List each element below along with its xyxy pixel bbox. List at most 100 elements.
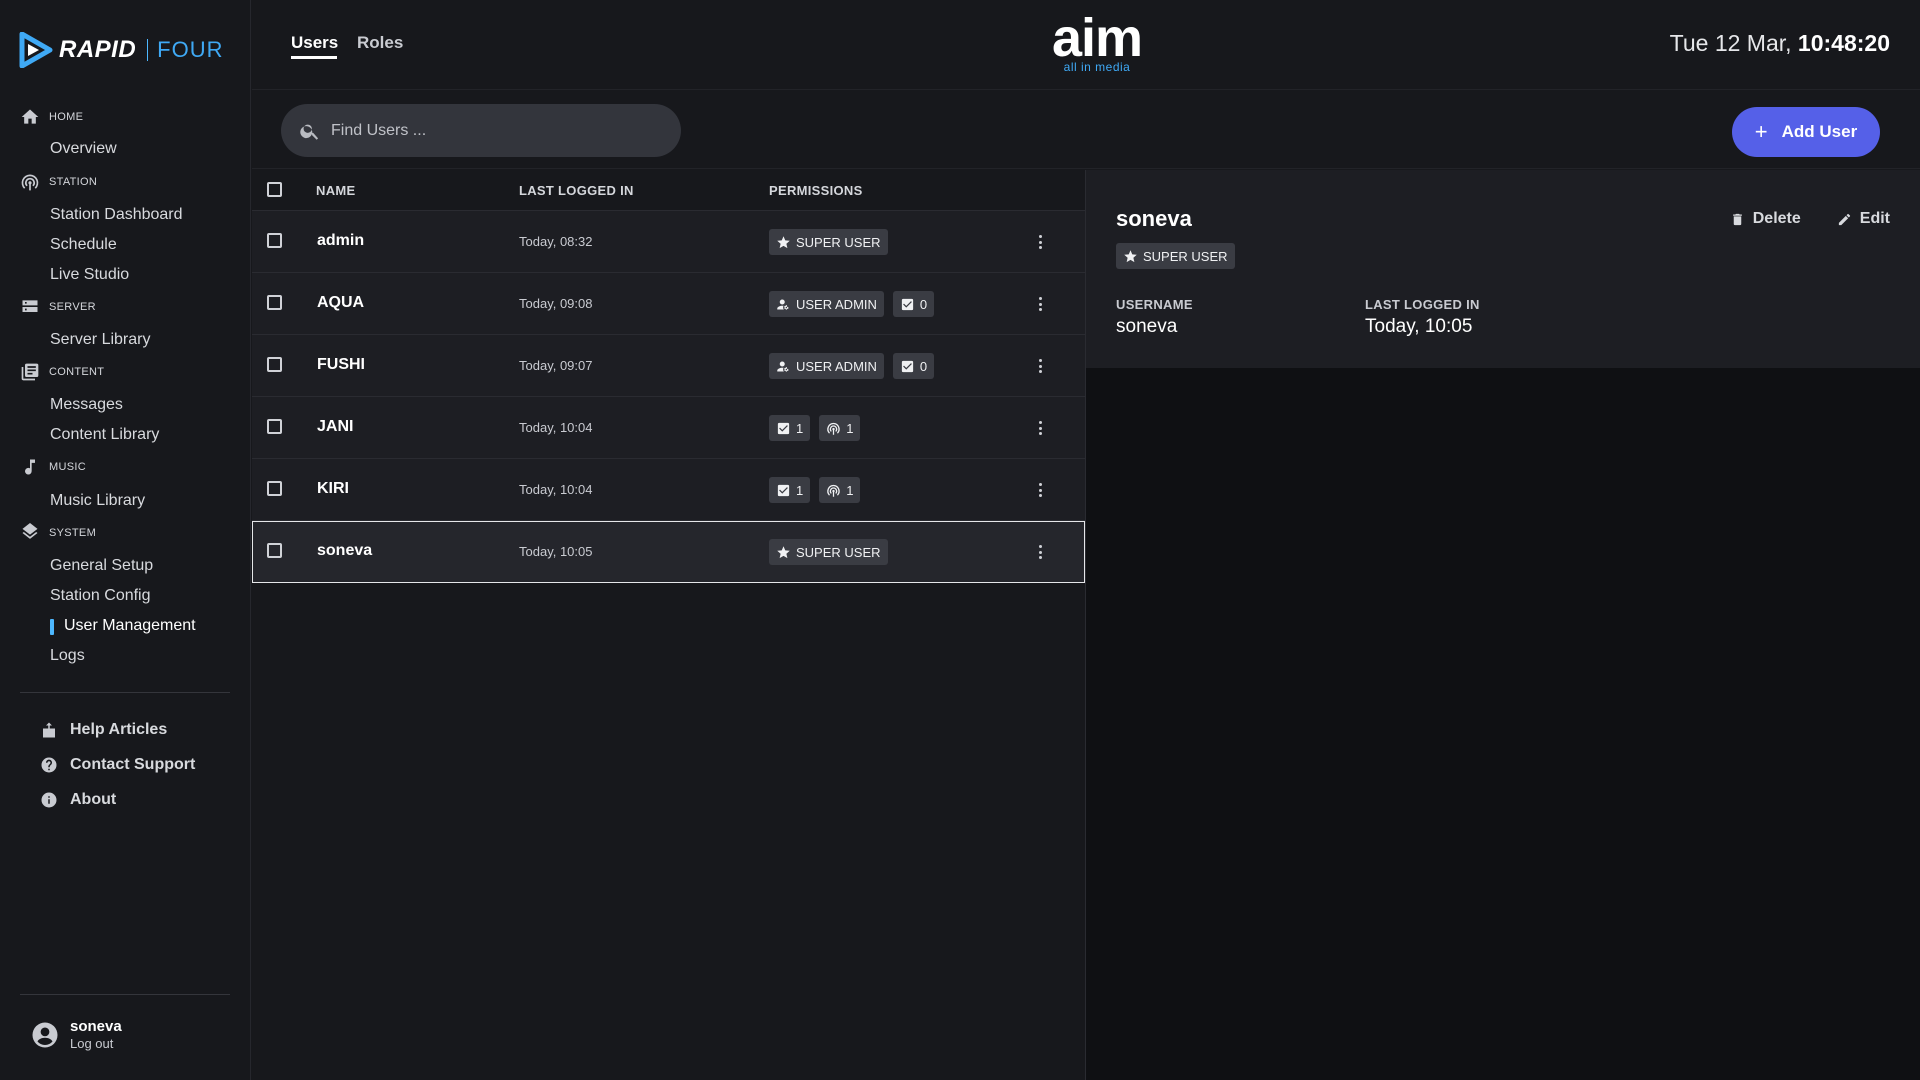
table-header: NAME LAST LOGGED IN PERMISSIONS (252, 170, 1085, 211)
logout-link[interactable]: Log out (70, 1036, 122, 1051)
sidebar-item-station-dashboard[interactable]: Station Dashboard (50, 206, 183, 224)
nav-section-home: HOME (20, 107, 83, 127)
checkbox-icon (777, 484, 790, 496)
table-row[interactable]: JANI Today, 10:04 1 1 (252, 397, 1085, 459)
header-name: NAME (316, 183, 356, 198)
table-row[interactable]: KIRI Today, 10:04 1 1 (252, 459, 1085, 521)
about-link[interactable]: About (40, 791, 116, 809)
detail-badge-label: SUPER USER (1143, 248, 1228, 264)
last-logged-value: Today, 10:05 (1365, 316, 1473, 337)
user-name-cell: FUSHI (317, 356, 365, 373)
current-user: soneva Log out (30, 1018, 122, 1051)
more-options-icon[interactable] (1032, 481, 1048, 499)
brand-name: RAPID (59, 36, 137, 63)
more-options-icon[interactable] (1032, 419, 1048, 437)
permission-badge-label: 0 (919, 296, 928, 312)
user-admin-icon (777, 299, 789, 310)
nav-section-station: STATION (20, 172, 97, 192)
table-row[interactable]: soneva Today, 10:05 SUPER USER (252, 521, 1085, 583)
app-root: RAPID FOUR HOME Overview STATION Station… (0, 0, 1920, 1080)
sidebar-item-user-management[interactable]: User Management (64, 617, 196, 635)
more-options-icon[interactable] (1032, 543, 1048, 561)
user-name-cell: admin (317, 232, 365, 249)
row-checkbox[interactable] (267, 543, 282, 558)
active-indicator (50, 619, 54, 635)
search-input[interactable] (331, 121, 651, 140)
help-articles-icon (43, 722, 55, 738)
add-user-label: Add User (1781, 122, 1858, 141)
permission-badge-label: 0 (919, 358, 928, 374)
edit-label: Edit (1859, 210, 1890, 227)
nav-section-content: CONTENT (20, 362, 104, 382)
add-user-button[interactable]: + Add User (1732, 107, 1880, 157)
star-icon (777, 545, 790, 558)
checkbox-icon (901, 298, 914, 310)
table-row[interactable]: AQUA Today, 09:08 USER ADMIN 0 (252, 273, 1085, 335)
clock-time: 10:48:20 (1797, 30, 1890, 56)
last-logged-cell: Today, 08:32 (519, 234, 593, 249)
sidebar-item-general-setup[interactable]: General Setup (50, 557, 153, 575)
detail-user-name: soneva (1116, 206, 1192, 231)
contact-support-link[interactable]: Contact Support (40, 756, 195, 774)
sidebar-item-logs[interactable]: Logs (50, 647, 85, 665)
last-logged-cell: Today, 10:05 (519, 544, 593, 559)
permission-badge: 1 (769, 477, 811, 503)
sidebar-divider-bottom (20, 994, 230, 995)
sidebar-item-content-library[interactable]: Content Library (50, 426, 159, 444)
antenna-icon (827, 422, 840, 435)
sidebar-item-station-config[interactable]: Station Config (50, 587, 151, 605)
antenna-icon (827, 484, 840, 497)
music-note-icon (25, 459, 35, 475)
sidebar-item-server-library[interactable]: Server Library (50, 331, 150, 349)
row-checkbox[interactable] (267, 481, 282, 496)
user-admin-icon (777, 361, 789, 372)
table-row[interactable]: FUSHI Today, 09:07 USER ADMIN 0 (252, 335, 1085, 397)
layers-icon (22, 523, 38, 539)
nav-section-label: HOME (49, 111, 84, 123)
more-options-icon[interactable] (1032, 233, 1048, 251)
sidebar-item-messages[interactable]: Messages (50, 396, 123, 414)
sidebar-divider (20, 692, 230, 693)
username-label: USERNAME (1116, 297, 1193, 312)
tab-roles[interactable]: Roles (357, 33, 403, 53)
delete-label: Delete (1752, 210, 1801, 227)
permissions-cell: SUPER USER (769, 539, 888, 565)
permission-badge: SUPER USER (769, 229, 888, 255)
sidebar-item-live-studio[interactable]: Live Studio (50, 266, 129, 284)
table-row[interactable]: admin Today, 08:32 SUPER USER (252, 211, 1085, 273)
nav-section-label: CONTENT (49, 366, 105, 378)
help-articles-link[interactable]: Help Articles (40, 721, 167, 739)
row-checkbox[interactable] (267, 357, 282, 372)
clock-date: Tue 12 Mar, (1669, 30, 1792, 56)
select-all-checkbox[interactable] (267, 182, 282, 197)
brand-logo[interactable]: RAPID FOUR (19, 30, 224, 70)
sidebar-item-music-library[interactable]: Music Library (50, 492, 145, 510)
user-name-cell: JANI (317, 418, 354, 435)
nav-section-label: STATION (49, 176, 98, 188)
row-checkbox[interactable] (267, 419, 282, 434)
permission-badge: 1 (819, 415, 861, 441)
sidebar-item-schedule[interactable]: Schedule (50, 236, 117, 254)
about-label: About (70, 791, 117, 808)
permissions-cell: SUPER USER (769, 229, 888, 255)
row-checkbox[interactable] (267, 295, 282, 310)
permission-badge-label: 1 (846, 482, 854, 498)
more-options-icon[interactable] (1032, 357, 1048, 375)
users-table: NAME LAST LOGGED IN PERMISSIONS admin Tod… (252, 170, 1085, 583)
row-checkbox[interactable] (267, 233, 282, 248)
permission-badge-label: 1 (796, 482, 804, 498)
search-box[interactable] (281, 104, 681, 157)
sidebar-item-overview[interactable]: Overview (50, 140, 117, 158)
aim-logo: aim all in media (1037, 11, 1157, 74)
edit-button[interactable]: Edit (1837, 210, 1890, 228)
user-name-cell: soneva (317, 542, 373, 559)
search-icon (300, 124, 319, 140)
more-options-icon[interactable] (1032, 295, 1048, 313)
brand-sub: FOUR (157, 37, 224, 62)
tab-users[interactable]: Users (291, 33, 338, 53)
permissions-cell: USER ADMIN 0 (769, 353, 935, 379)
delete-button[interactable]: Delete (1730, 210, 1801, 228)
avatar-icon (32, 1022, 58, 1047)
tab-underline (291, 56, 337, 59)
toolbar: + Add User (252, 91, 1920, 169)
